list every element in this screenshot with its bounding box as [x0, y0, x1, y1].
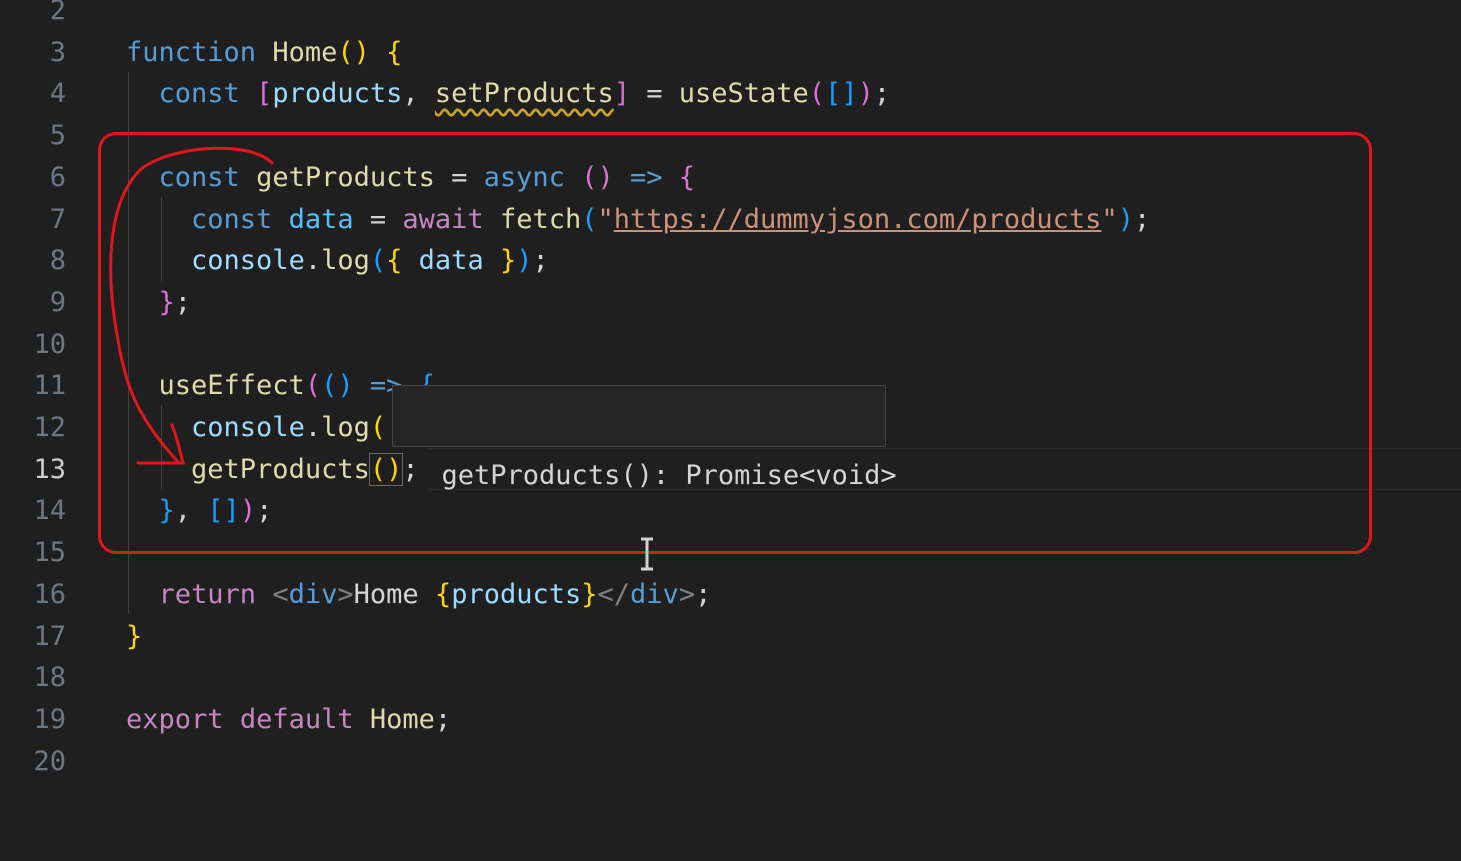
annotation-arrow-curve	[109, 146, 274, 464]
annotation-arrow	[109, 146, 274, 465]
annotation-arrow-head	[136, 423, 185, 465]
text-cursor-icon	[641, 537, 653, 571]
